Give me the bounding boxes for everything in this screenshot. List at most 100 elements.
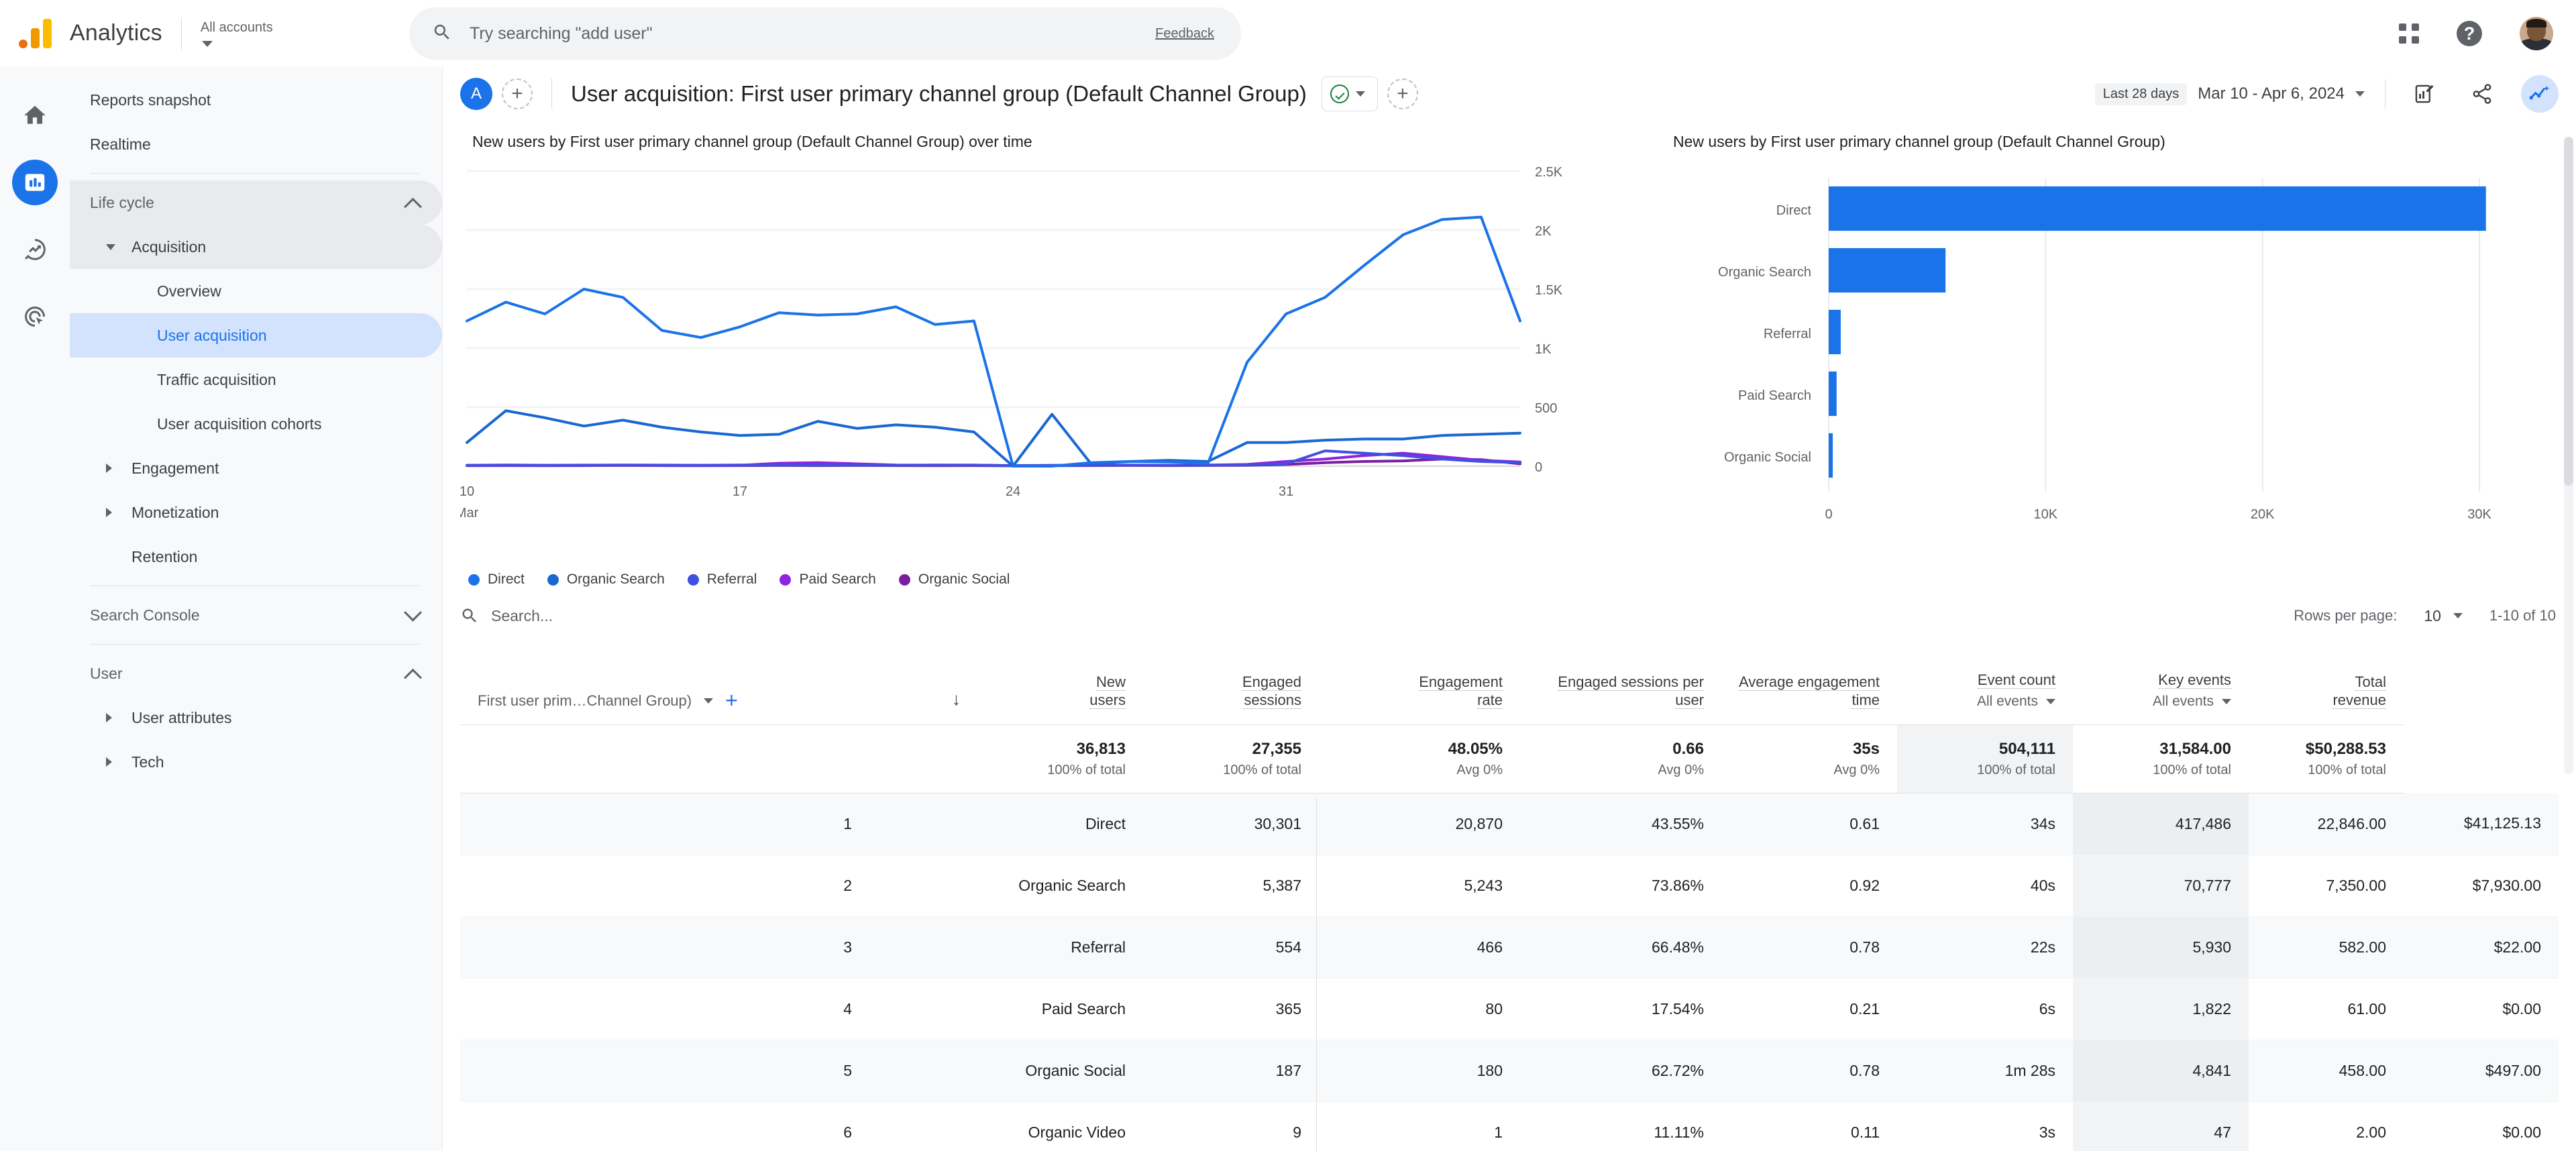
totals-subtext: Avg 0% bbox=[1456, 762, 1503, 777]
table-row[interactable]: 4 Paid Search 365 80 17.54% 0.21 6s 1,822 61.00 $… bbox=[460, 978, 2559, 1040]
rows-per-page-select[interactable]: 10 bbox=[2424, 607, 2463, 625]
comparison-badge[interactable]: A bbox=[460, 78, 492, 110]
chart-row: New users by First user primary channel … bbox=[443, 121, 2576, 588]
sidebar-item-realtime[interactable]: Realtime bbox=[70, 122, 442, 166]
sidebar-section-life-cycle[interactable]: Life cycle bbox=[70, 180, 442, 225]
table-row[interactable]: 5 Organic Social 187 180 62.72% 0.78 1m 28s 4,8… bbox=[460, 1040, 2559, 1102]
sidebar-item-overview[interactable]: Overview bbox=[70, 269, 442, 313]
rail-item-home[interactable] bbox=[12, 93, 58, 138]
rail-item-reports[interactable] bbox=[12, 160, 58, 205]
triangle-down-icon bbox=[106, 243, 115, 250]
global-search-input[interactable]: Try searching "add user" Feedback bbox=[409, 7, 1241, 60]
add-dimension-button[interactable]: + bbox=[725, 690, 738, 711]
svg-text:2K: 2K bbox=[1535, 224, 1552, 239]
column-header-engaged-sessions[interactable]: Engaged sessions bbox=[1143, 644, 1319, 725]
row-dimension-name[interactable]: Referral bbox=[869, 916, 1143, 979]
apps-grid-icon[interactable] bbox=[2399, 23, 2419, 44]
row-metric-cell: 5,930 bbox=[2073, 916, 2249, 979]
sidebar-item-user-attributes[interactable]: User attributes bbox=[70, 696, 442, 740]
table-row[interactable]: 2 Organic Search 5,387 5,243 73.86% 0.92 40s 70… bbox=[460, 855, 2559, 917]
sidebar-item-user-acquisition-cohorts[interactable]: User acquisition cohorts bbox=[70, 402, 442, 446]
column-header-engaged-sessions-per-user[interactable]: Engaged sessions per user bbox=[1520, 644, 1721, 725]
row-dimension-name[interactable]: Organic Video bbox=[869, 1101, 1143, 1151]
row-metric-cell: 80 bbox=[1319, 978, 1520, 1040]
column-header-engagement-rate[interactable]: Engagement rate bbox=[1319, 644, 1520, 725]
sidebar-section-user[interactable]: User bbox=[70, 651, 442, 696]
table-row[interactable]: 1 Direct 30,301 20,870 43.55% 0.61 34s 417,486 2… bbox=[460, 793, 2559, 855]
dimension-selector[interactable]: First user prim…Channel Group) bbox=[478, 692, 692, 710]
column-header-event-count[interactable]: Event count All events bbox=[1897, 644, 2073, 725]
legend-item-paid-search[interactable]: Paid Search bbox=[780, 571, 876, 588]
legend-swatch bbox=[468, 573, 480, 586]
table-body: 1 Direct 30,301 20,870 43.55% 0.61 34s 417,486 2… bbox=[460, 793, 2559, 1151]
page-scrollbar[interactable] bbox=[2564, 137, 2573, 774]
totals-cell-total-revenue: $50,288.53 100% of total bbox=[2249, 724, 2404, 793]
account-selector[interactable]: All accounts bbox=[201, 20, 273, 47]
row-dimension-name[interactable]: Paid Search bbox=[869, 978, 1143, 1040]
sidebar-item-monetization[interactable]: Monetization bbox=[70, 490, 442, 535]
totals-cell-key-events: 31,584.00 100% of total bbox=[2073, 724, 2249, 793]
edit-report-icon[interactable] bbox=[2406, 75, 2443, 113]
sidebar-item-acquisition[interactable]: Acquisition bbox=[70, 225, 442, 269]
row-dimension-name[interactable]: Direct bbox=[869, 793, 1143, 855]
legend-item-direct[interactable]: Direct bbox=[468, 571, 525, 588]
column-header-new-users[interactable]: New users bbox=[967, 644, 1143, 725]
add-comparison-button[interactable]: + bbox=[502, 78, 533, 109]
sidebar-item-user-acquisition[interactable]: User acquisition bbox=[70, 313, 442, 358]
legend-item-organic-search[interactable]: Organic Search bbox=[547, 571, 665, 588]
totals-subtext: 100% of total bbox=[1047, 762, 1126, 777]
bar-chart[interactable]: 0 10K 20K 30K Direct Organic Search Referral Pa… bbox=[1661, 151, 2546, 567]
table-row[interactable]: 3 Referral 554 466 66.48% 0.78 22s 5,930 582.00 $… bbox=[460, 916, 2559, 979]
insights-icon[interactable] bbox=[2521, 75, 2559, 113]
report-saved-status[interactable] bbox=[1321, 76, 1378, 111]
column-header-average-engagement-time[interactable]: Average engagement time bbox=[1721, 644, 1897, 725]
totals-subtext: 100% of total bbox=[2153, 762, 2231, 777]
divider bbox=[90, 644, 419, 645]
column-header-total-revenue[interactable]: Total revenue bbox=[2249, 644, 2404, 725]
key-events-filter-label: All events bbox=[2152, 693, 2214, 709]
chevron-up-icon bbox=[404, 197, 422, 216]
sidebar-item-retention[interactable]: Retention bbox=[70, 535, 442, 579]
avatar[interactable] bbox=[2520, 17, 2553, 50]
sidebar-item-reports-snapshot[interactable]: Reports snapshot bbox=[70, 78, 442, 122]
divider bbox=[551, 78, 552, 109]
column-header-key-events[interactable]: Key events All events bbox=[2073, 644, 2249, 725]
sidebar-item-tech[interactable]: Tech bbox=[70, 740, 442, 784]
date-range-picker[interactable]: Last 28 days Mar 10 - Apr 6, 2024 bbox=[2094, 83, 2365, 105]
row-metric-cell: 6s bbox=[1897, 978, 2073, 1040]
rail-item-explore[interactable] bbox=[12, 227, 58, 272]
chevron-down-icon bbox=[201, 40, 213, 47]
sidebar-item-traffic-acquisition[interactable]: Traffic acquisition bbox=[70, 358, 442, 402]
legend-item-referral[interactable]: Referral bbox=[687, 571, 757, 588]
totals-value: 31,584.00 bbox=[2159, 739, 2231, 758]
row-index: 2 bbox=[460, 855, 869, 917]
help-icon[interactable]: ? bbox=[2457, 21, 2482, 46]
home-icon bbox=[24, 105, 46, 124]
column-header-line2: revenue bbox=[2332, 692, 2386, 709]
legend-item-organic-social[interactable]: Organic Social bbox=[898, 571, 1010, 588]
sidebar-section-search-console[interactable]: Search Console bbox=[70, 593, 442, 637]
feedback-link[interactable]: Feedback bbox=[1155, 26, 1214, 42]
report-table: First user prim…Channel Group) + ↓ New u… bbox=[460, 644, 2559, 1151]
brand-title: Analytics bbox=[70, 20, 162, 46]
page-title: User acquisition: First user primary cha… bbox=[571, 81, 1307, 106]
sort-indicator-cell[interactable]: ↓ bbox=[869, 644, 967, 725]
add-segment-button[interactable]: + bbox=[1387, 78, 1418, 109]
row-metric-cell: 0.11 bbox=[1721, 1101, 1897, 1151]
legend-swatch bbox=[687, 573, 699, 586]
table-row[interactable]: 6 Organic Video 9 1 11.11% 0.11 3s 47 2.00 $0.00 bbox=[460, 1101, 2559, 1151]
chevron-down-icon[interactable] bbox=[704, 698, 714, 704]
sidebar-item-engagement[interactable]: Engagement bbox=[70, 446, 442, 490]
event-count-filter[interactable]: All events bbox=[1897, 694, 2055, 710]
report-table-section: Search... Rows per page: 10 1-10 of 10 F… bbox=[443, 588, 2576, 1151]
key-events-filter[interactable]: All events bbox=[2073, 694, 2231, 710]
svg-text:Referral: Referral bbox=[1764, 327, 1811, 341]
line-chart[interactable]: 0 500 1K 1.5K 2K 2.5K 10 17 24 31 Mar bbox=[455, 151, 1627, 553]
table-search-input[interactable]: Search... bbox=[460, 606, 553, 625]
share-icon[interactable] bbox=[2463, 75, 2501, 113]
pagination-range: 1-10 of 10 bbox=[2489, 607, 2556, 624]
row-dimension-name[interactable]: Organic Search bbox=[869, 855, 1143, 917]
scrollbar-thumb[interactable] bbox=[2564, 137, 2573, 486]
rail-item-advertising[interactable] bbox=[12, 294, 58, 339]
row-dimension-name[interactable]: Organic Social bbox=[869, 1040, 1143, 1102]
